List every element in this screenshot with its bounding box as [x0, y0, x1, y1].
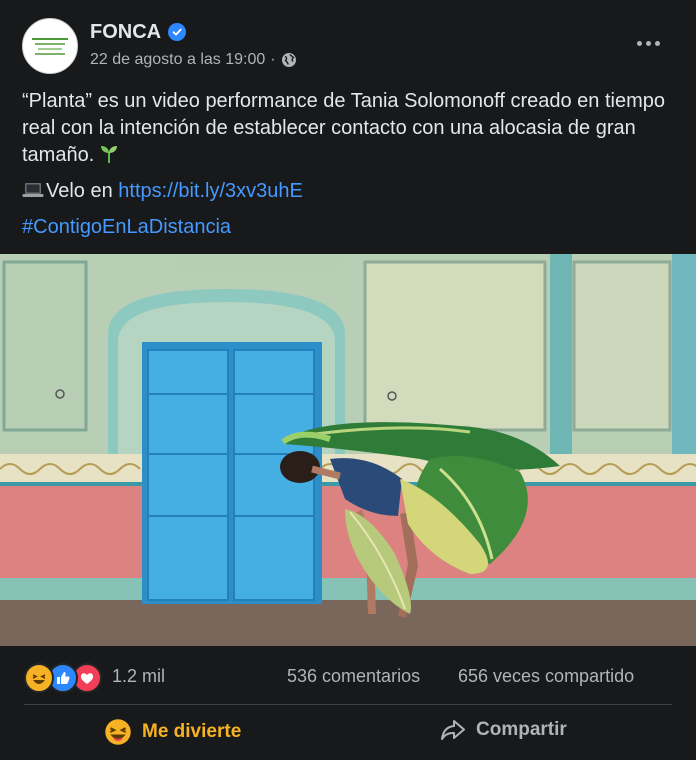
- page-avatar[interactable]: [22, 18, 78, 74]
- share-button[interactable]: Compartir: [440, 718, 567, 742]
- avatar-logo-line: [38, 47, 62, 50]
- share-button-label: Compartir: [476, 719, 567, 740]
- video-prefix: Velo en: [46, 180, 119, 202]
- engagement-summary: 1.2 mil 536 comentarios 656 veces compar…: [0, 646, 696, 708]
- avatar-logo-line: [35, 52, 65, 55]
- more-dot: [645, 40, 651, 46]
- post-timestamp[interactable]: 22 de agosto a las 19:00: [90, 51, 265, 69]
- haha-emoji-icon: [105, 719, 131, 745]
- reaction-icons[interactable]: [24, 663, 102, 693]
- reaction-count[interactable]: 1.2 mil: [112, 666, 165, 687]
- verified-badge-icon: [168, 23, 186, 41]
- video-line: Velo en https://bit.ly/3xv3uhE: [22, 178, 303, 205]
- post-meta: 22 de agosto a las 19:00 ·: [90, 51, 297, 69]
- shares-count[interactable]: 656 veces compartido: [458, 666, 634, 687]
- react-button[interactable]: Me divierte: [104, 718, 241, 746]
- meta-separator: ·: [270, 51, 276, 68]
- post-actions: Me divierte Compartir: [0, 706, 696, 760]
- more-dot: [636, 40, 642, 46]
- more-options-icon[interactable]: [632, 30, 664, 56]
- post-body: “Planta” es un video performance de Tani…: [22, 88, 682, 169]
- comments-count[interactable]: 536 comentarios: [287, 666, 420, 687]
- globe-icon[interactable]: [281, 52, 297, 68]
- share-arrow-icon: [441, 720, 465, 740]
- laptop-emoji-icon: [22, 179, 44, 197]
- more-dot: [654, 40, 660, 46]
- avatar-logo-mark: [32, 37, 68, 40]
- hashtag-link[interactable]: #ContigoEnLaDistancia: [22, 216, 231, 238]
- seedling-emoji-icon: [98, 142, 120, 164]
- react-button-label: Me divierte: [142, 721, 242, 742]
- page-name[interactable]: FONCA: [90, 21, 161, 44]
- post-image[interactable]: [0, 254, 696, 646]
- avatar-logo-line: [35, 42, 65, 45]
- actions-divider: [24, 704, 672, 705]
- post-header: FONCA 22 de agosto a las 19:00 ·: [0, 0, 696, 82]
- hashtag-line: #ContigoEnLaDistancia: [22, 214, 231, 241]
- haha-reaction-icon: [24, 663, 54, 693]
- video-link[interactable]: https://bit.ly/3xv3uhE: [118, 180, 303, 202]
